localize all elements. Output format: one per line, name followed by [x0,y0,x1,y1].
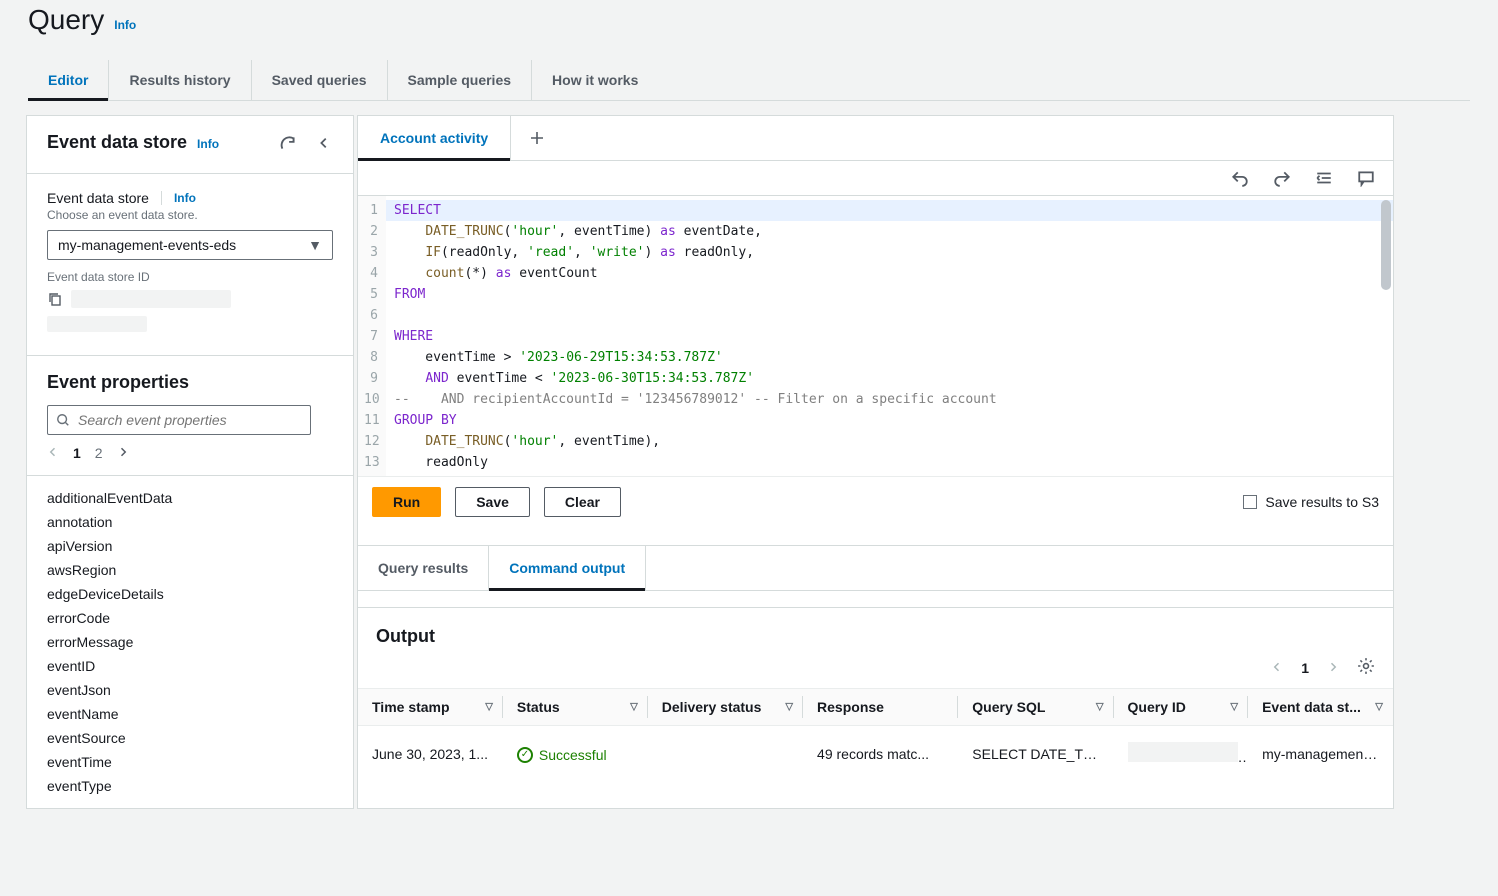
tab-query-results[interactable]: Query results [358,546,489,590]
tab-editor[interactable]: Editor [28,60,109,100]
caret-down-icon: ▽ [1230,702,1238,713]
prop-item[interactable]: errorCode [47,610,333,626]
col-delivery[interactable]: Delivery status▽ [648,689,803,726]
copy-icon[interactable] [47,291,63,307]
cell-response: 49 records matc... [803,726,958,782]
prop-item[interactable]: apiVersion [47,538,333,554]
caret-down-icon: ▼ [308,237,322,253]
cell-query-id [1114,726,1249,782]
props-page-2[interactable]: 2 [95,445,103,461]
tab-results-history[interactable]: Results history [109,60,251,100]
props-page-1[interactable]: 1 [73,445,81,461]
col-timestamp[interactable]: Time stamp▽ [358,689,503,726]
caret-down-icon: ▽ [1096,702,1104,713]
search-icon [56,413,70,427]
tab-command-output[interactable]: Command output [489,546,646,590]
eds-select-value: my-management-events-eds [58,237,236,253]
output-next-page[interactable] [1327,660,1339,676]
eds-select[interactable]: my-management-events-eds ▼ [47,230,333,260]
cell-status: ✓ Successful [503,726,648,782]
sql-editor[interactable]: 12345678910111213 SELECT DATE_TRUNC('hou… [358,196,1393,476]
cell-eds: my-management-even [1248,726,1393,782]
cell-delivery [648,726,803,782]
tab-saved-queries[interactable]: Saved queries [252,60,388,100]
editor-tab-account-activity[interactable]: Account activity [358,116,511,160]
prop-item[interactable]: eventJson [47,682,333,698]
save-to-s3-row[interactable]: Save results to S3 [1243,494,1379,510]
output-page-current: 1 [1301,660,1309,676]
prop-item[interactable]: edgeDeviceDetails [47,586,333,602]
prop-item[interactable]: additionalEventData [47,490,333,506]
eds-field-description: Choose an event data store. [47,208,333,222]
plus-icon [529,130,545,146]
format-icon[interactable] [1315,169,1333,187]
prop-item[interactable]: eventID [47,658,333,674]
col-response[interactable]: Response [803,689,958,726]
save-button[interactable]: Save [455,487,530,517]
props-prev-page[interactable] [47,445,59,461]
prop-item[interactable]: annotation [47,514,333,530]
comment-icon[interactable] [1357,169,1375,187]
eds-id-value-redacted-2 [47,316,147,332]
page-info-link[interactable]: Info [114,18,136,32]
event-data-store-panel: Event data store Info Event data store I… [26,115,354,809]
search-properties-box[interactable] [47,405,311,435]
separator [161,191,162,205]
gear-icon[interactable] [1357,657,1375,678]
add-tab-button[interactable] [511,116,563,160]
clear-button[interactable]: Clear [544,487,621,517]
col-eds[interactable]: Event data st...▽ [1248,689,1393,726]
editor-scrollbar[interactable] [1381,200,1391,290]
page-title: Query [28,4,104,36]
save-to-s3-label: Save results to S3 [1265,494,1379,510]
run-button[interactable]: Run [372,487,441,517]
search-properties-input[interactable] [78,412,302,428]
sidebar-info-link[interactable]: Info [197,137,219,151]
query-editor-panel: Account activity 12345678910111213 SELEC… [357,115,1394,809]
query-id-redacted [1128,742,1238,762]
prop-item[interactable]: eventName [47,706,333,722]
eds-id-label: Event data store ID [47,270,333,284]
save-to-s3-checkbox[interactable] [1243,495,1257,509]
sidebar-title: Event data store [47,132,187,153]
eds-field-label: Event data store [47,190,149,206]
success-icon: ✓ [517,747,533,763]
cell-timestamp: June 30, 2023, 1... [358,726,503,782]
props-next-page[interactable] [117,445,129,461]
event-properties-title: Event properties [47,372,333,393]
caret-down-icon: ▽ [1375,702,1383,713]
refresh-icon[interactable] [279,134,297,152]
tab-sample-queries[interactable]: Sample queries [388,60,533,100]
prop-item[interactable]: awsRegion [47,562,333,578]
collapse-icon[interactable] [315,134,333,152]
col-sql[interactable]: Query SQL▽ [958,689,1113,726]
redo-icon[interactable] [1273,169,1291,187]
main-tab-bar: Editor Results history Saved queries Sam… [28,60,1470,101]
col-query-id[interactable]: Query ID▽ [1114,689,1249,726]
caret-down-icon: ▽ [485,702,493,713]
caret-down-icon: ▽ [785,702,793,713]
prop-item[interactable]: eventSource [47,730,333,746]
prop-item[interactable]: eventType [47,778,333,794]
eds-id-value-redacted [71,290,231,308]
caret-down-icon: ▽ [630,702,638,713]
cell-sql: SELECT DATE_TRUNC( [958,726,1113,782]
output-prev-page[interactable] [1271,660,1283,676]
line-gutter: 12345678910111213 [358,196,386,476]
eds-field-info-link[interactable]: Info [174,191,196,205]
undo-icon[interactable] [1231,169,1249,187]
prop-item[interactable]: eventTime [47,754,333,770]
prop-item[interactable]: errorMessage [47,634,333,650]
col-status[interactable]: Status▽ [503,689,648,726]
output-title: Output [376,626,435,647]
event-properties-list: additionalEventData annotation apiVersio… [27,476,353,808]
output-table: Time stamp▽ Status▽ Delivery status▽ Res… [358,688,1393,781]
output-row[interactable]: June 30, 2023, 1... ✓ Successful 49 reco… [358,726,1393,782]
tab-how-it-works[interactable]: How it works [532,60,658,100]
